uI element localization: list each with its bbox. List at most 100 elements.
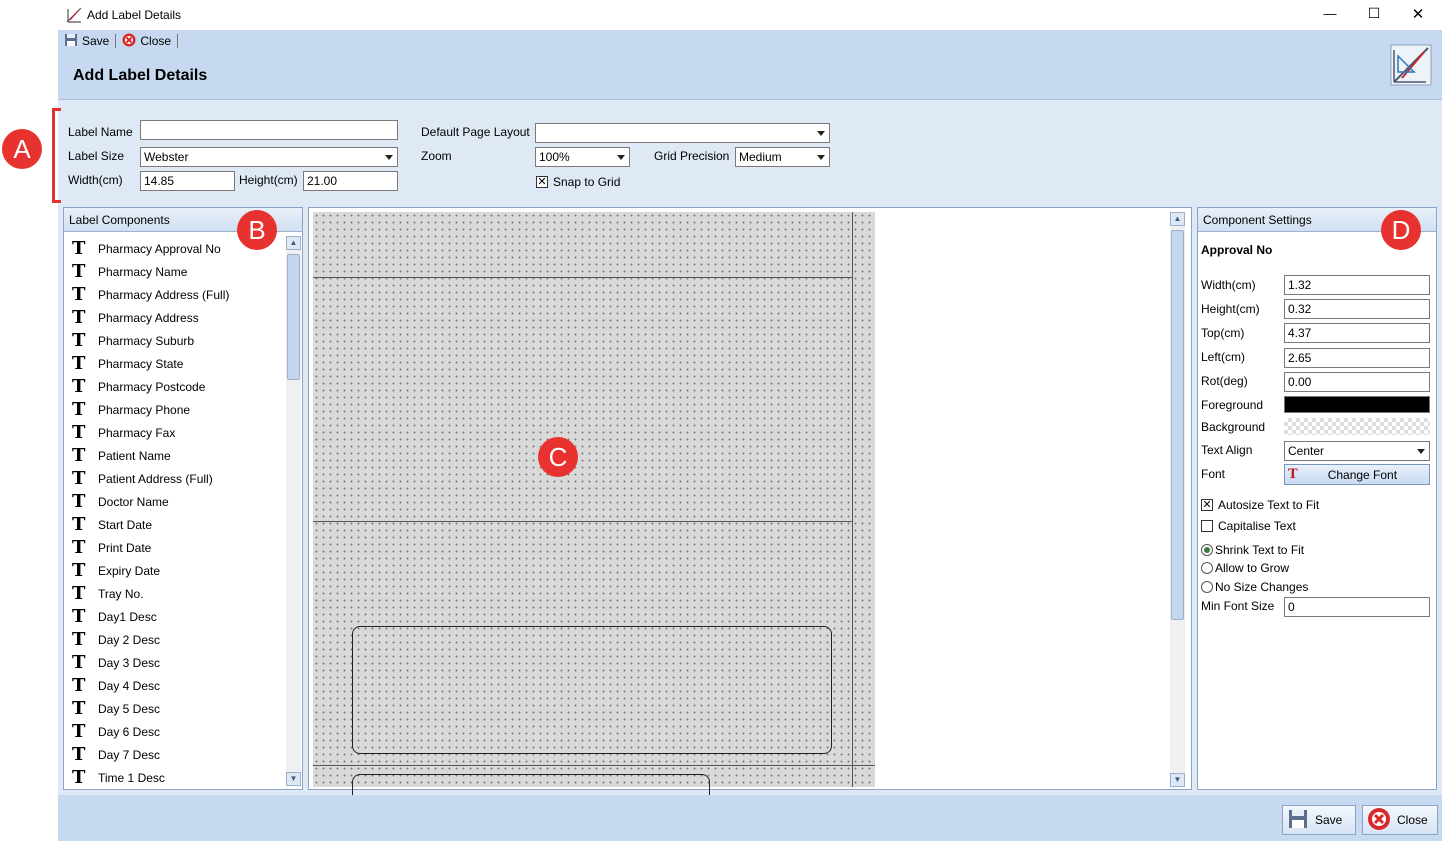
label-size-select[interactable]: Webster [140, 147, 398, 167]
setting-height-label: Height(cm) [1201, 302, 1260, 316]
capitalise-checkbox[interactable]: Capitalise Text [1201, 519, 1296, 533]
component-list-item-label: Day 5 Desc [98, 701, 161, 716]
snap-to-grid-label: Snap to Grid [553, 175, 621, 189]
component-list-item[interactable]: T Day 5 Desc [64, 697, 286, 720]
checkbox-checked-icon: ✕ [1201, 499, 1213, 511]
component-list-item[interactable]: T Pharmacy Postcode [64, 375, 286, 398]
setting-rotation-input[interactable]: 0.00 [1284, 372, 1430, 392]
text-align-label: Text Align [1201, 443, 1253, 457]
zoom-select[interactable]: 100% [535, 147, 630, 167]
foreground-color-swatch[interactable] [1284, 396, 1430, 413]
scroll-up-icon[interactable]: ▲ [286, 236, 301, 250]
marker-b: B [237, 210, 277, 250]
footer-close-button[interactable]: Close [1362, 805, 1438, 835]
component-list-item[interactable]: T Time 1 Desc [64, 766, 286, 789]
toolbar-close-button[interactable]: Close [122, 33, 171, 50]
label-component-box[interactable] [352, 626, 832, 754]
no-size-changes-radio[interactable]: No Size Changes [1201, 580, 1308, 594]
component-list-item[interactable]: T Print Date [64, 536, 286, 559]
component-list-item[interactable]: T Patient Address (Full) [64, 467, 286, 490]
shrink-radio[interactable]: Shrink Text to Fit [1201, 543, 1304, 557]
toolbar-separator [115, 34, 117, 48]
component-list-item[interactable]: T Day 2 Desc [64, 628, 286, 651]
allow-grow-label: Allow to Grow [1215, 561, 1290, 575]
scroll-down-icon[interactable]: ▼ [286, 772, 301, 786]
component-list-item[interactable]: T Tray No. [64, 582, 286, 605]
background-color-swatch[interactable] [1284, 418, 1430, 435]
component-list-item[interactable]: T Pharmacy Name [64, 260, 286, 283]
toolbar-save-button[interactable]: Save [64, 33, 109, 50]
scrollbar-thumb[interactable] [1171, 230, 1184, 620]
component-list-item[interactable]: T Pharmacy Fax [64, 421, 286, 444]
footer-save-button[interactable]: Save [1282, 805, 1356, 835]
text-component-icon: T [72, 537, 86, 558]
close-circle-icon [122, 33, 136, 50]
component-list-item[interactable]: T Doctor Name [64, 490, 286, 513]
text-align-select[interactable]: Center [1284, 441, 1430, 461]
component-list-item-label: Pharmacy Address (Full) [98, 287, 230, 302]
component-list-item[interactable]: T Day 6 Desc [64, 720, 286, 743]
autosize-checkbox[interactable]: ✕ Autosize Text to Fit [1201, 498, 1319, 512]
component-list-item[interactable]: T Patient Name [64, 444, 286, 467]
min-font-size-input[interactable]: 0 [1284, 597, 1430, 617]
scroll-down-icon[interactable]: ▼ [1170, 773, 1185, 787]
component-list-item[interactable]: T Day 3 Desc [64, 651, 286, 674]
minimize-button[interactable]: — [1320, 6, 1340, 21]
label-name-input[interactable] [140, 120, 398, 140]
autosize-label: Autosize Text to Fit [1218, 498, 1320, 512]
label-components-list: T Pharmacy Approval No T Pharmacy Name T Phar… [64, 233, 286, 789]
setting-top-label: Top(cm) [1201, 326, 1245, 340]
snap-to-grid-checkbox[interactable]: ✕ Snap to Grid [536, 175, 620, 189]
foreground-label: Foreground [1201, 398, 1264, 412]
component-list-item[interactable]: T Day1 Desc [64, 605, 286, 628]
component-list-item[interactable]: T Day 4 Desc [64, 674, 286, 697]
text-component-icon: T [72, 560, 86, 581]
setting-top-input[interactable]: 4.37 [1284, 323, 1430, 343]
component-list-item-label: Pharmacy Approval No [98, 241, 221, 256]
allow-grow-radio[interactable]: Allow to Grow [1201, 561, 1289, 575]
component-list-item[interactable]: T Pharmacy Suburb [64, 329, 286, 352]
component-list-item[interactable]: T Pharmacy Address [64, 306, 286, 329]
window-title: Add Label Details [87, 8, 182, 22]
component-list-item[interactable]: T Pharmacy State [64, 352, 286, 375]
component-list-item-label: Pharmacy State [98, 356, 184, 371]
height-input[interactable]: 21.00 [303, 171, 398, 191]
change-font-button[interactable]: T Change Font [1284, 464, 1430, 485]
components-scrollbar[interactable]: ▲ ▼ [286, 236, 301, 786]
design-canvas-panel: ▲ ▼ [308, 207, 1192, 814]
component-list-item[interactable]: T Expiry Date [64, 559, 286, 582]
component-list-item[interactable]: T Day 7 Desc [64, 743, 286, 766]
font-icon: T [1288, 467, 1298, 482]
width-input[interactable]: 14.85 [140, 171, 235, 191]
window-close-button[interactable]: ✕ [1408, 5, 1428, 23]
component-list-item[interactable]: T Pharmacy Phone [64, 398, 286, 421]
text-component-icon: T [72, 491, 86, 512]
canvas-scrollbar[interactable]: ▲ ▼ [1170, 212, 1185, 787]
setting-height-input[interactable]: 0.32 [1284, 299, 1430, 319]
maximize-button[interactable]: ☐ [1364, 5, 1384, 22]
setting-left-input[interactable]: 2.65 [1284, 348, 1430, 368]
label-name-label: Label Name [68, 125, 133, 139]
capitalise-label: Capitalise Text [1218, 519, 1296, 533]
scroll-up-icon[interactable]: ▲ [1170, 212, 1185, 226]
label-canvas[interactable] [313, 212, 875, 814]
checkbox-checked-icon: ✕ [536, 176, 548, 188]
component-list-item-label: Doctor Name [98, 494, 169, 509]
text-component-icon: T [72, 261, 86, 282]
component-list-item[interactable]: T Start Date [64, 513, 286, 536]
default-page-layout-select[interactable] [535, 123, 830, 143]
component-list-item-label: Time 1 Desc [98, 770, 165, 785]
component-list-item[interactable]: T Pharmacy Address (Full) [64, 283, 286, 306]
component-list-item-label: Pharmacy Postcode [98, 379, 206, 394]
component-list-item-label: Patient Name [98, 448, 171, 463]
width-label: Width(cm) [68, 173, 123, 187]
component-list-item-label: Start Date [98, 517, 153, 532]
component-list-item-label: Pharmacy Address [98, 310, 199, 325]
label-size-label: Label Size [68, 149, 125, 163]
component-name: Approval No [1201, 243, 1273, 257]
setting-width-input[interactable]: 1.32 [1284, 275, 1430, 295]
canvas-guide-line [313, 765, 875, 766]
grid-precision-select[interactable]: Medium [735, 147, 830, 167]
checkbox-unchecked-icon [1201, 520, 1213, 532]
scrollbar-thumb[interactable] [287, 254, 300, 380]
